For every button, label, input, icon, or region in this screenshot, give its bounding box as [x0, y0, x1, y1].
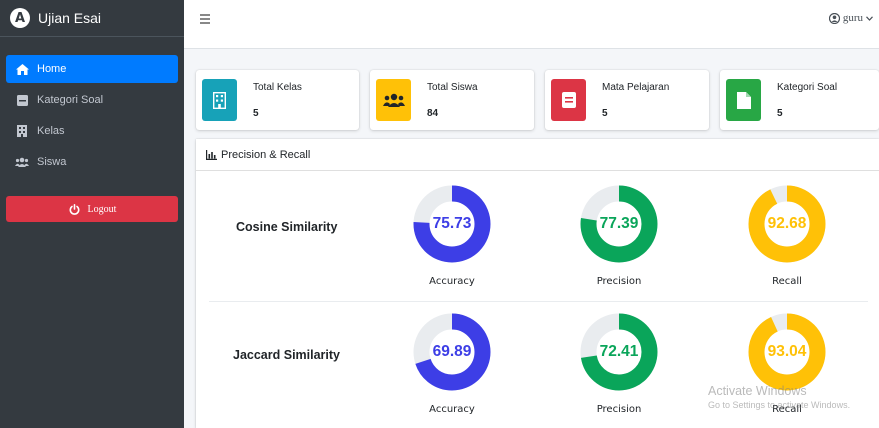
- stat-box-mata-pelajaran: Mata Pelajaran 5: [545, 70, 709, 130]
- logout-button[interactable]: Logout: [6, 196, 178, 222]
- donut-recall: 92.68: [748, 185, 826, 263]
- chevron-down-icon: [866, 15, 873, 21]
- building-icon: [15, 125, 29, 137]
- file-icon: [726, 79, 761, 121]
- donut-caption: Accuracy: [429, 276, 475, 287]
- sidebar-item-siswa[interactable]: Siswa: [6, 148, 178, 176]
- user-circle-icon: [828, 12, 840, 24]
- stat-value: 5: [602, 108, 608, 119]
- stat-value: 5: [777, 108, 783, 119]
- stat-box-total-kelas: Total Kelas 5: [196, 70, 359, 130]
- watermark-subtitle: Go to Settings to activate Windows.: [708, 400, 851, 410]
- sidebar-nav: Home Kategori Soal Kelas Siswa: [0, 37, 184, 176]
- book-icon: [551, 79, 586, 121]
- donut-precision: 77.39: [580, 185, 658, 263]
- donut-precision: 72.41: [580, 313, 658, 391]
- sidebar-item-kategori-soal[interactable]: Kategori Soal: [6, 86, 178, 114]
- folder-icon: [15, 94, 29, 106]
- stat-label: Mata Pelajaran: [602, 82, 670, 93]
- stat-box-total-siswa: Total Siswa 84: [370, 70, 534, 130]
- sidebar-item-kelas[interactable]: Kelas: [6, 117, 178, 145]
- donut-caption: Precision: [596, 404, 642, 415]
- stat-label: Total Siswa: [427, 82, 478, 93]
- row-label-jaccard: Jaccard Similarity: [233, 348, 341, 362]
- brand-title: Ujian Esai: [38, 10, 102, 26]
- activate-windows-watermark: Activate Windows Go to Settings to activ…: [708, 384, 850, 410]
- building-icon: [202, 79, 237, 121]
- donut-recall: 93.04: [748, 313, 826, 391]
- brand[interactable]: A Ujian Esai: [0, 0, 184, 37]
- users-icon: [376, 79, 411, 121]
- stat-value: 5: [253, 108, 259, 119]
- bar-chart-icon: [206, 149, 217, 160]
- stat-box-kategori-soal: Kategori Soal 5: [720, 70, 879, 130]
- watermark-title: Activate Windows: [708, 384, 807, 398]
- donut-value: 72.41: [599, 343, 639, 360]
- donut-caption: Recall: [772, 276, 802, 287]
- card-header: Precision & Recall: [196, 139, 879, 171]
- donut-value: 92.68: [767, 215, 807, 232]
- user-menu[interactable]: guru: [828, 12, 873, 24]
- donut-caption: Precision: [596, 276, 642, 287]
- donut-caption: Accuracy: [429, 404, 475, 415]
- donut-value: 75.73: [432, 215, 472, 232]
- sidebar: A Ujian Esai Home Kategori Soal Kelas Si…: [0, 0, 184, 428]
- top-navbar: guru: [184, 0, 879, 49]
- menu-toggle-icon[interactable]: [200, 14, 210, 24]
- sidebar-item-label: Home: [37, 63, 67, 75]
- row-label-cosine: Cosine Similarity: [236, 220, 338, 234]
- sidebar-item-label: Siswa: [37, 156, 67, 168]
- donut-accuracy: 75.73: [413, 185, 491, 263]
- power-icon: [68, 203, 82, 215]
- donut-value: 93.04: [767, 343, 807, 360]
- stat-label: Kategori Soal: [777, 82, 838, 93]
- card-title: Precision & Recall: [221, 148, 311, 161]
- donut-value: 77.39: [599, 215, 639, 232]
- home-icon: [15, 63, 29, 75]
- row-divider: [209, 301, 868, 302]
- sidebar-item-home[interactable]: Home: [6, 55, 178, 83]
- sidebar-item-label: Kelas: [37, 125, 65, 137]
- brand-logo: A: [10, 8, 30, 28]
- donut-value: 69.89: [432, 343, 472, 360]
- user-name: guru: [842, 12, 863, 24]
- logout-label: Logout: [87, 203, 117, 215]
- stat-value: 84: [427, 108, 439, 119]
- donut-accuracy: 69.89: [413, 313, 491, 391]
- sidebar-item-label: Kategori Soal: [37, 94, 104, 106]
- stat-label: Total Kelas: [253, 82, 302, 93]
- users-icon: [15, 157, 29, 167]
